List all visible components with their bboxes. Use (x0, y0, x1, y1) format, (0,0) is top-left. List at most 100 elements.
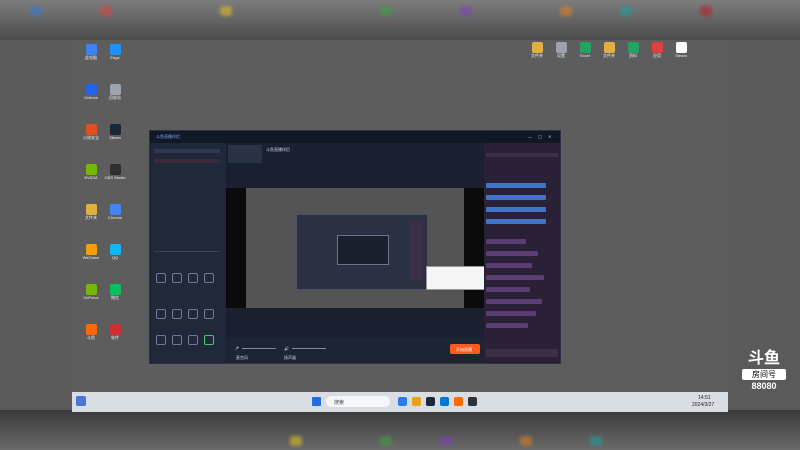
speaker-volume-slider[interactable] (292, 348, 326, 349)
taskbar-app-icon[interactable] (426, 397, 435, 406)
app-icon (109, 324, 121, 335)
search-box[interactable]: 搜索 (326, 396, 390, 407)
taskbar-app-icon[interactable] (412, 397, 421, 406)
captured-screen-recursive (246, 188, 500, 308)
maximize-icon[interactable]: ▢ (538, 134, 542, 139)
gift-message (486, 219, 546, 224)
tool-icon[interactable] (204, 335, 214, 345)
tool-grid-3 (156, 331, 220, 347)
tool-icon[interactable] (172, 335, 182, 345)
desktop-icon-label: 软件 (111, 335, 119, 340)
blurred-icon (560, 6, 572, 16)
taskbar-app-icon[interactable] (440, 397, 449, 406)
app-icon (109, 244, 121, 255)
mic-label: 麦克风 (236, 355, 248, 360)
blurred-icon (220, 6, 232, 16)
chat-input[interactable] (486, 349, 558, 357)
chat-danmaku-panel (484, 143, 560, 363)
tool-icon[interactable] (156, 335, 166, 345)
tool-icon[interactable] (188, 335, 198, 345)
tool-icon[interactable] (172, 309, 182, 319)
desktop-icon-label: QQ (111, 255, 119, 260)
chat-line (486, 299, 542, 304)
app-icon (85, 84, 97, 95)
desktop-icon[interactable]: Edge (98, 44, 132, 60)
taskbar-app-icon[interactable] (398, 397, 407, 406)
app-icon (651, 42, 663, 53)
desktop-icon-label: Steam (109, 135, 121, 140)
blurred-icon (460, 6, 472, 16)
app-icon (579, 42, 591, 53)
taskbar-app-icon[interactable] (454, 397, 463, 406)
stream-canvas[interactable] (226, 188, 500, 308)
tool-icon[interactable] (204, 273, 214, 283)
gift-message (486, 195, 546, 200)
desktop-icon[interactable]: 回收站 (98, 84, 132, 100)
start-icon[interactable] (312, 397, 321, 406)
blurred-icon (700, 6, 712, 16)
tool-icon[interactable] (156, 309, 166, 319)
taskbar: 搜索 14:51 2024/3/27 (72, 392, 728, 412)
app-icon (109, 124, 121, 135)
chat-header (486, 153, 558, 157)
app-icon (109, 204, 121, 215)
tool-icon[interactable] (172, 273, 182, 283)
desktop-icon-label: 微信 (111, 295, 119, 300)
desktop-icon-label: 回收站 (109, 95, 121, 100)
desktop-icon[interactable]: 软件 (98, 324, 132, 340)
mic-volume-slider[interactable] (242, 348, 276, 349)
start-live-button[interactable]: 开始直播 (450, 344, 480, 354)
app-icon (109, 164, 121, 175)
chat-line (486, 323, 528, 328)
desktop-icon[interactable]: OBS Studio (98, 164, 132, 180)
app-icon (85, 204, 97, 215)
tool-grid-1 (156, 267, 220, 291)
divider (154, 251, 220, 252)
desktop-icon[interactable]: QQ (98, 244, 132, 260)
weather-icon[interactable] (76, 396, 86, 406)
scene-item[interactable] (154, 159, 220, 163)
bottom-blur-strip (0, 410, 800, 450)
speaker-icon[interactable]: 🔊 (284, 346, 289, 351)
desktop-icon[interactable]: 微信 (98, 284, 132, 300)
blurred-icon (380, 436, 392, 446)
blurred-icon (620, 6, 632, 16)
desktop-icon[interactable]: Steam (98, 124, 132, 140)
nested-app-window (337, 235, 389, 265)
tool-icon[interactable] (188, 309, 198, 319)
tool-icon[interactable] (156, 273, 166, 283)
microphone-icon[interactable]: 🎤 (234, 346, 239, 351)
taskbar-app-icon[interactable] (468, 397, 477, 406)
desktop-icon-label: Edge (110, 55, 120, 60)
chat-line (486, 239, 526, 244)
watermark-brand: 斗鱼 (747, 350, 780, 367)
tool-icon[interactable] (188, 273, 198, 283)
live-preview-area: 斗鱼直播伴侣 (226, 143, 500, 338)
desktop-icon[interactable]: Chrome (98, 204, 132, 220)
desktop-icon[interactable]: Steam (664, 42, 698, 58)
app-icon (109, 44, 121, 55)
blurred-icon (30, 6, 42, 16)
blurred-icon (380, 6, 392, 16)
app-icon (85, 164, 97, 175)
app-icon (85, 324, 97, 335)
search-label: 搜索 (334, 400, 345, 406)
live-streaming-app-window: 斗鱼直播伴侣 — ▢ ✕ 斗鱼直播伴侣 🎤 🔊 麦克风 扬声器 开始直播 (149, 130, 561, 364)
app-icon (627, 42, 639, 53)
scene-list-header (154, 149, 220, 153)
app-title: 斗鱼直播伴侣 (156, 134, 180, 139)
clock-date[interactable]: 2024/3/27 (692, 402, 714, 408)
preview-thumbnail[interactable] (228, 145, 262, 163)
chat-line (486, 275, 544, 280)
nested-chat (409, 221, 423, 281)
close-icon[interactable]: ✕ (548, 134, 551, 139)
clock-time[interactable]: 14:51 (698, 395, 711, 401)
app-icon (85, 44, 97, 55)
desktop-icon-label: Chrome (107, 215, 123, 220)
preview-title: 斗鱼直播伴侣 (266, 147, 290, 152)
tool-icon[interactable] (204, 309, 214, 319)
blurred-icon (440, 436, 452, 446)
app-icon (555, 42, 567, 53)
minimize-icon[interactable]: — (528, 134, 532, 139)
blurred-icon (590, 436, 602, 446)
